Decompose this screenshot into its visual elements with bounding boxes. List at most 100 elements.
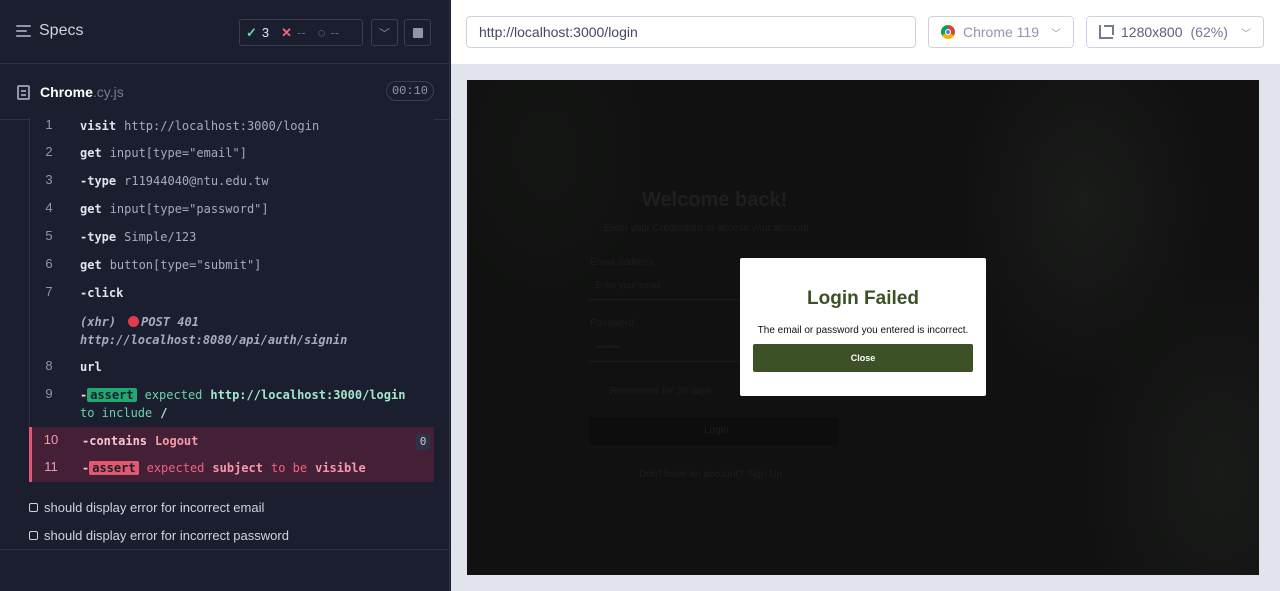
test-status-icon xyxy=(29,531,38,540)
assert-expected: expected xyxy=(146,461,205,475)
test-item[interactable]: should display error for incorrect passw… xyxy=(29,528,289,543)
stop-button[interactable] xyxy=(404,19,431,46)
spec-name: Chrome xyxy=(40,84,93,100)
chevron-down-icon: ﹀ xyxy=(379,27,390,40)
command-name: url xyxy=(80,360,102,374)
command-row[interactable]: 6 get button[type="submit"] xyxy=(30,256,435,274)
specs-list-icon xyxy=(16,25,31,37)
specs-label: Specs xyxy=(39,22,84,39)
specs-button[interactable]: Specs xyxy=(16,22,83,40)
command-number: 1 xyxy=(45,117,53,132)
assert-to: to include xyxy=(80,406,153,420)
viewport-selector[interactable]: 1280x800 (62%) ﹀ xyxy=(1086,16,1264,48)
element-count-badge: 0 xyxy=(416,434,430,450)
assert-value: http://localhost:3000/login xyxy=(210,388,406,402)
assert-target: / xyxy=(160,406,168,420)
spec-file-row[interactable]: Chrome.cy.js 00:10 xyxy=(0,65,450,120)
command-arg: input[type="password"] xyxy=(109,202,269,216)
divider xyxy=(0,549,450,550)
spec-file-name: Chrome.cy.js xyxy=(40,84,124,100)
reporter-header: Specs ✓ 3 ✕ -- ◌ -- ﹀ xyxy=(0,0,450,64)
command-row[interactable]: 5 -type Simple/123 xyxy=(30,228,435,246)
browser-selector[interactable]: Chrome 119 ﹀ xyxy=(928,16,1074,48)
test-status-icon xyxy=(29,503,38,512)
command-name: -click xyxy=(80,286,124,300)
xhr-label: (xhr) xyxy=(80,315,117,329)
assert-badge: assert xyxy=(89,461,139,475)
assert-subject: subject xyxy=(212,461,263,475)
command-number: 3 xyxy=(45,172,53,187)
collapse-button[interactable]: ﹀ xyxy=(371,19,398,46)
command-row[interactable]: 4 get input[type="password"] xyxy=(30,200,435,218)
password-value: •••••••• xyxy=(595,342,621,352)
close-button[interactable]: Close xyxy=(753,344,973,372)
assert-expected: expected xyxy=(144,388,203,402)
app-iframe: Welcome back! Enter your Credentials to … xyxy=(467,80,1259,575)
command-row[interactable]: 3 -type r11944040@ntu.edu.tw xyxy=(30,172,435,190)
command-arg: Logout xyxy=(155,434,199,448)
aut-toolbar: http://localhost:3000/login Chrome 119 ﹀… xyxy=(451,0,1280,64)
command-row[interactable]: 7 -click xyxy=(30,284,435,302)
viewport-scale: (62%) xyxy=(1190,24,1228,40)
xhr-status: POST 401 xyxy=(141,315,199,329)
login-subtitle: Enter your Credentials to access your ac… xyxy=(604,223,809,234)
command-name: -type xyxy=(80,230,117,244)
spinner-icon: ◌ xyxy=(317,25,326,40)
error-dot-icon xyxy=(128,316,140,327)
assert-badge: assert xyxy=(87,388,137,402)
command-row[interactable]: 2 get input[type="email"] xyxy=(30,144,435,162)
test-title: should display error for incorrect email xyxy=(44,500,265,515)
email-label: Email address xyxy=(590,257,654,268)
command-row[interactable]: 8 url xyxy=(30,358,435,376)
xhr-url: http://localhost:8080/api/auth/signin xyxy=(80,333,348,347)
failed-assert-row[interactable]: 11 - assert expected subject to be visible xyxy=(29,455,434,482)
command-name: visit xyxy=(80,119,117,133)
command-name: get xyxy=(80,146,102,160)
passed-count: 3 xyxy=(261,25,270,40)
command-arg: http://localhost:3000/login xyxy=(124,119,320,133)
reporter-panel: Specs ✓ 3 ✕ -- ◌ -- ﹀ Chrome.cy.js 00:10… xyxy=(0,0,450,591)
password-label: Password xyxy=(590,318,634,329)
login-label: Login xyxy=(704,425,729,436)
login-title: Welcome back! xyxy=(642,189,788,211)
test-title: should display error for incorrect passw… xyxy=(44,528,289,543)
command-row[interactable]: 1 visit http://localhost:3000/login xyxy=(30,117,435,135)
command-arg: input[type="email"] xyxy=(109,146,247,160)
test-item[interactable]: should display error for incorrect email xyxy=(29,500,264,515)
command-number: 8 xyxy=(45,358,53,373)
chrome-icon xyxy=(941,25,955,39)
command-number: 2 xyxy=(45,144,53,159)
command-name: -type xyxy=(80,174,117,188)
command-name: get xyxy=(80,202,102,216)
check-icon: ✓ xyxy=(246,24,257,40)
pending-count: -- xyxy=(330,25,340,40)
assert-row[interactable]: 9 - assert expected http://localhost:3000/l… xyxy=(30,386,435,422)
chevron-down-icon: ﹀ xyxy=(1051,28,1061,40)
login-button[interactable]: Login xyxy=(589,417,839,445)
xhr-log-row[interactable]: (xhr) POST 401 http://localhost:8080/api/… xyxy=(30,313,435,349)
url-bar[interactable]: http://localhost:3000/login xyxy=(466,16,916,48)
stop-icon xyxy=(412,27,423,38)
remember-label[interactable]: Remember for 30 days xyxy=(610,386,712,397)
command-arg: button[type="submit"] xyxy=(109,258,262,272)
error-modal: Login Failed The email or password you e… xyxy=(740,258,986,396)
command-number: 7 xyxy=(45,284,53,299)
failed-stat: ✕ -- xyxy=(275,25,312,41)
command-name: -contains xyxy=(82,434,148,448)
test-stats: ✓ 3 ✕ -- ◌ -- xyxy=(239,19,363,46)
browser-label: Chrome 119 xyxy=(963,24,1040,40)
document-icon xyxy=(17,85,30,100)
command-name: get xyxy=(80,258,102,272)
app-under-test-panel: http://localhost:3000/login Chrome 119 ﹀… xyxy=(451,0,1280,591)
command-number: 4 xyxy=(45,200,53,215)
spec-duration: 00:10 xyxy=(386,81,434,101)
pending-stat: ◌ -- xyxy=(312,25,345,40)
command-arg: r11944040@ntu.edu.tw xyxy=(124,174,269,188)
command-arg: Simple/123 xyxy=(124,230,197,244)
spec-extension: .cy.js xyxy=(92,84,124,100)
failed-command-row[interactable]: 10 -contains Logout 0 xyxy=(29,427,434,455)
signup-link[interactable]: Don't have an account? Sign Up xyxy=(639,469,782,480)
command-number: 6 xyxy=(45,256,53,271)
modal-message: The email or password you entered is inc… xyxy=(757,325,969,336)
command-number: 9 xyxy=(45,386,53,401)
